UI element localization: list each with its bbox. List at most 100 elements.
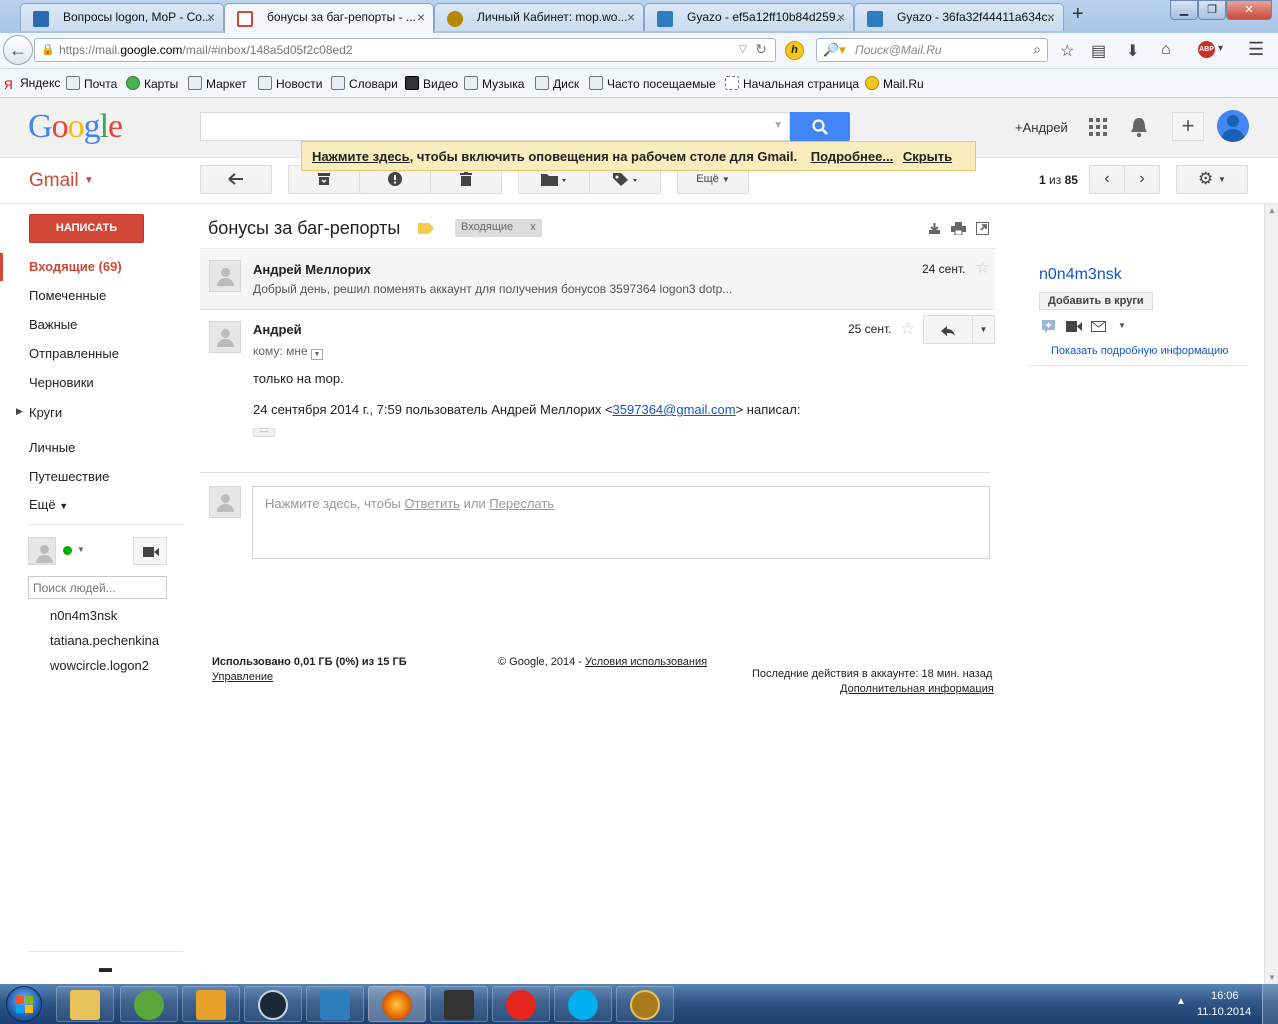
reload-icon[interactable]: ↻ <box>755 41 767 58</box>
chat-bubble-icon[interactable]: ▬ <box>99 960 112 975</box>
reply-box[interactable]: Нажмите здесь, чтобы Ответить или Пересл… <box>252 486 990 559</box>
message-collapsed[interactable]: Андрей Меллорих Добрый день, решил помен… <box>200 248 995 310</box>
nav-circles[interactable]: Круги <box>29 405 62 420</box>
bookmark-item[interactable]: Музыка <box>464 76 524 91</box>
taskbar-firefox[interactable] <box>368 986 426 1022</box>
settings-button[interactable]: ⚙ ▼ <box>1176 165 1248 194</box>
older-button[interactable]: › <box>1124 165 1160 194</box>
contact-item[interactable]: tatiana.pechenkina <box>50 633 159 648</box>
importance-marker-icon[interactable] <box>418 223 434 234</box>
close-window-button[interactable]: ✕ <box>1226 0 1272 20</box>
back-to-inbox-button[interactable] <box>200 165 272 194</box>
share-plus-button[interactable]: + <box>1172 112 1204 141</box>
nav-travel[interactable]: Путешествие <box>29 469 109 484</box>
bookmark-item[interactable]: Я Яндекс <box>4 76 60 92</box>
nav-drafts[interactable]: Черновики <box>29 375 94 390</box>
scroll-up-icon[interactable]: ▲ <box>1268 206 1276 215</box>
bookmarks-list-icon[interactable]: ▤ <box>1091 41 1106 61</box>
minimize-button[interactable]: ▁ <box>1170 0 1198 20</box>
browser-tab[interactable]: Вопросы logon, MoP - Co... × <box>20 3 224 31</box>
scroll-down-icon[interactable]: ▼ <box>1268 973 1276 982</box>
maximize-button[interactable]: ❐ <box>1198 0 1226 20</box>
close-tab-icon[interactable]: × <box>1047 9 1055 25</box>
download-icon[interactable]: ⬇ <box>1126 41 1139 61</box>
bookmark-item[interactable]: Часто посещаемые <box>589 76 716 91</box>
taskbar-winamp[interactable] <box>182 986 240 1022</box>
terms-link[interactable]: Условия использования <box>585 656 707 668</box>
search-engine-icon[interactable]: 🔎▾ <box>823 42 846 58</box>
browser-tab[interactable]: Личный Кабинет: mop.wo... × <box>434 3 644 31</box>
star-icon[interactable]: ☆ <box>975 258 990 278</box>
bookmark-star-icon[interactable]: ☆ <box>1060 41 1074 61</box>
show-details-link[interactable]: Показать подробную информацию <box>1051 345 1228 357</box>
dropdown-arrow-icon[interactable]: ▽ <box>739 42 747 55</box>
show-trimmed-content-button[interactable]: ··· <box>253 427 275 437</box>
account-avatar-icon[interactable] <box>1217 110 1249 142</box>
chevron-down-icon[interactable]: ▼ <box>773 120 783 131</box>
notifications-bell-icon[interactable] <box>1130 116 1148 138</box>
video-call-button[interactable] <box>133 537 167 565</box>
remove-label-icon[interactable]: x <box>530 221 536 233</box>
nav-more[interactable]: Ещё ▼ <box>29 497 68 512</box>
email-link[interactable]: 3597364@gmail.com <box>613 402 736 417</box>
nav-inbox[interactable]: Входящие (69) <box>29 259 122 274</box>
search-box[interactable]: 🔎▾ Поиск@Mail.Ru ⌕ <box>816 38 1048 62</box>
taskbar-utorrent[interactable] <box>120 986 178 1022</box>
nav-sent[interactable]: Отправленные <box>29 346 119 361</box>
add-to-circles-button[interactable]: Добавить в круги <box>1039 292 1153 310</box>
taskbar-video[interactable] <box>430 986 488 1022</box>
apps-grid-icon[interactable] <box>1089 118 1107 136</box>
new-window-icon[interactable] <box>976 222 989 235</box>
gmail-menu-button[interactable]: Gmail ▼ <box>29 170 94 192</box>
google-logo[interactable]: Google <box>28 108 123 146</box>
adblock-icon[interactable]: ABP <box>1198 41 1215 58</box>
home-icon[interactable]: ⌂ <box>1161 41 1171 59</box>
enable-notifications-link[interactable]: Нажмите здесь <box>312 149 410 164</box>
close-tab-icon[interactable]: × <box>627 9 635 25</box>
reply-link[interactable]: Ответить <box>404 496 460 511</box>
show-details-icon[interactable]: ▼ <box>311 349 324 360</box>
nav-starred[interactable]: Помеченные <box>29 288 106 303</box>
video-camera-icon[interactable] <box>1066 321 1082 332</box>
people-search-input[interactable] <box>28 576 167 599</box>
details-link[interactable]: Дополнительная информация <box>840 683 994 695</box>
taskbar-explorer[interactable] <box>56 986 114 1022</box>
clock-date[interactable]: 11.10.2014 <box>1197 1006 1251 1018</box>
nav-personal[interactable]: Личные <box>29 440 75 455</box>
back-arrow-icon[interactable]: ← <box>3 35 33 65</box>
addon-h-icon[interactable]: h <box>785 41 804 60</box>
bookmark-item[interactable]: Новости <box>258 76 322 91</box>
hide-banner-link[interactable]: Скрыть <box>903 149 952 164</box>
page-scrollbar[interactable]: ▲ ▼ <box>1264 204 1278 984</box>
chevron-down-icon[interactable]: ▾ <box>1218 43 1223 54</box>
chevron-down-icon[interactable]: ▼ <box>77 545 85 554</box>
forward-link[interactable]: Переслать <box>489 496 554 511</box>
email-icon[interactable] <box>1091 321 1106 332</box>
manage-storage-link[interactable]: Управление <box>212 671 273 683</box>
expand-all-icon[interactable] <box>928 222 941 235</box>
taskbar-skype[interactable] <box>554 986 612 1022</box>
bookmark-item[interactable]: Маркет <box>188 76 247 91</box>
close-tab-icon[interactable]: × <box>417 9 425 25</box>
search-icon[interactable]: ⌕ <box>1033 41 1041 58</box>
contact-item[interactable]: wowcircle.logon2 <box>50 658 149 673</box>
tray-arrow-icon[interactable]: ▲ <box>1176 996 1186 1007</box>
sender-name[interactable]: Андрей <box>253 322 302 337</box>
print-icon[interactable] <box>951 222 966 235</box>
mail-search-input[interactable]: ▼ <box>200 112 790 141</box>
close-tab-icon[interactable]: × <box>837 9 845 25</box>
browser-tab[interactable]: Gyazo - ef5a12ff10b84d259... × <box>644 3 854 31</box>
browser-tab[interactable]: Gyazo - 36fa32f44411a634c... × <box>854 3 1064 31</box>
menu-icon[interactable]: ☰ <box>1248 39 1264 60</box>
taskbar-yandex[interactable] <box>492 986 550 1022</box>
contact-item[interactable]: n0n4m3nsk <box>50 608 117 623</box>
expand-triangle-icon[interactable]: ▶ <box>16 406 23 417</box>
start-button[interactable] <box>6 986 42 1022</box>
show-desktop-button[interactable] <box>1262 984 1278 1024</box>
bookmark-item[interactable]: Словари <box>331 76 398 91</box>
reply-button[interactable] <box>923 315 973 344</box>
star-icon[interactable]: ☆ <box>900 319 915 339</box>
chat-icon[interactable] <box>1042 320 1057 333</box>
bookmark-item[interactable]: Почта <box>66 76 117 91</box>
taskbar-wow[interactable] <box>616 986 674 1022</box>
